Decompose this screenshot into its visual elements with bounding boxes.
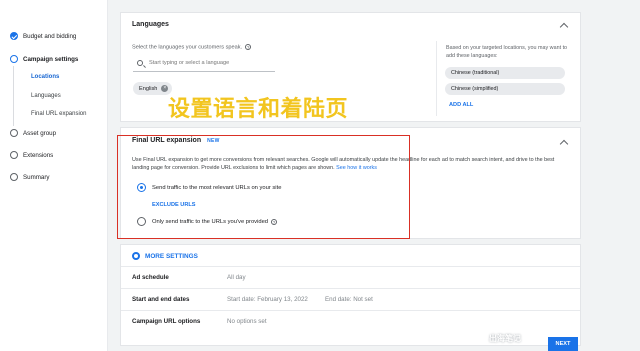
nav-item-label: Campaign settings xyxy=(23,55,79,63)
help-icon[interactable]: ? xyxy=(245,44,252,50)
check-circle-icon xyxy=(10,32,18,40)
add-all-button[interactable]: ADD ALL xyxy=(449,102,473,108)
ad-schedule-label[interactable]: Ad schedule xyxy=(132,274,169,281)
nav-item-extensions[interactable]: Extensions xyxy=(10,151,53,159)
more-settings-label: MORE SETTINGS xyxy=(145,252,198,260)
nav-item-label: Summary xyxy=(23,173,50,181)
divider xyxy=(121,288,580,289)
divider xyxy=(121,266,580,267)
annotation-overlay: 设置语言和着陆页 xyxy=(168,96,349,121)
search-icon xyxy=(137,60,143,66)
more-settings-card: MORE SETTINGS Ad schedule All day Start … xyxy=(121,245,580,345)
next-button[interactable]: NEXT xyxy=(548,337,578,351)
chevron-up-icon[interactable] xyxy=(559,139,569,149)
nav-item-campaign-settings[interactable]: Campaign settings xyxy=(10,55,78,63)
sidebar-subitem-final-url[interactable]: Final URL expansion xyxy=(31,111,86,117)
step-circle-icon xyxy=(10,173,18,181)
language-chip-english: English × xyxy=(133,82,173,95)
more-settings-button[interactable]: MORE SETTINGS xyxy=(132,252,198,260)
nav-item-asset-group[interactable]: Asset group xyxy=(10,129,56,137)
languages-title: Languages xyxy=(132,21,169,28)
step-circle-icon xyxy=(10,55,18,63)
dates-label[interactable]: Start and end dates xyxy=(132,296,189,303)
campaign-url-label[interactable]: Campaign URL options xyxy=(132,318,200,325)
divider xyxy=(121,310,580,311)
languages-hint: Select the languages your customers spea… xyxy=(132,44,252,51)
nav-item-summary[interactable]: Summary xyxy=(10,173,49,181)
start-date-value: Start date: February 13, 2022 xyxy=(227,296,308,303)
language-search xyxy=(133,55,275,72)
gear-icon xyxy=(132,252,140,260)
highlight-box xyxy=(117,135,410,239)
sidebar: Budget and bidding Campaign settings Loc… xyxy=(0,0,108,351)
chip-label: English xyxy=(139,85,158,92)
ad-schedule-value: All day xyxy=(227,274,246,281)
step-circle-icon xyxy=(10,151,18,159)
language-search-input[interactable] xyxy=(149,60,269,66)
chevron-up-icon[interactable] xyxy=(559,22,569,32)
sidebar-subitem-languages[interactable]: Languages xyxy=(31,93,61,99)
watermark: 出海笔记 xyxy=(489,334,521,343)
campaign-url-value: No options set xyxy=(227,318,267,325)
suggestions-hint: Based on your targeted locations, you ma… xyxy=(446,45,568,59)
suggestion-chip-traditional[interactable]: Chinese (traditional) xyxy=(445,67,565,79)
sidebar-subitem-locations[interactable]: Locations xyxy=(31,74,59,80)
nav-connector-line xyxy=(13,66,14,126)
step-circle-icon xyxy=(10,129,18,137)
nav-item-label: Asset group xyxy=(23,129,57,137)
nav-item-label: Extensions xyxy=(23,151,54,159)
divider xyxy=(436,41,437,116)
nav-item-budget[interactable]: Budget and bidding xyxy=(10,32,76,40)
suggestion-chip-simplified[interactable]: Chinese (simplified) xyxy=(445,83,565,95)
languages-hint-text: Select the languages your customers spea… xyxy=(132,44,243,51)
nav-item-label: Budget and bidding xyxy=(23,32,77,40)
end-date-value: End date: Not set xyxy=(325,296,373,303)
